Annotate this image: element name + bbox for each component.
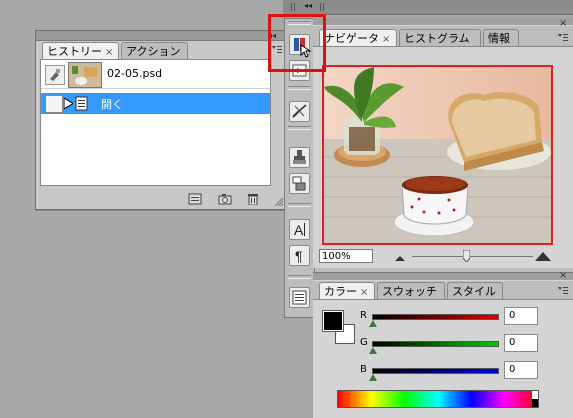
red-value-field[interactable]: 0 [504,307,538,325]
open-document-icon [75,96,89,114]
blue-value-field[interactable]: 0 [504,361,538,379]
color-panel-titlebar[interactable] [313,273,573,280]
navigator-panel-titlebar[interactable] [313,18,573,25]
navigator-panel: × ナビゲータ × ヒストグラム 情報 100% [313,18,573,268]
snapshot-thumbnail [68,62,102,88]
zoom-out-icon[interactable] [395,252,405,265]
new-snapshot-icon[interactable] [218,193,232,205]
tab-color-label: カラー [324,285,357,298]
green-value-field[interactable]: 0 [504,334,538,352]
close-tab-icon[interactable]: × [382,34,390,45]
tab-styles-label: スタイル [452,285,496,298]
foreground-color-swatch[interactable] [322,310,344,332]
red-slider-thumb[interactable] [369,320,377,327]
green-slider-track[interactable] [372,341,499,347]
slider-label-g: G [360,337,368,348]
history-panel: ◂◂ ヒストリー × アクション 02-05.psd 開く [35,30,287,210]
tab-info-label: 情報 [488,32,510,45]
tab-swatches-label: スウォッチ [382,285,437,298]
resize-grip-icon[interactable] [274,197,284,207]
brushes-panel-button[interactable] [289,101,310,122]
tab-swatches[interactable]: スウォッチ [377,282,445,299]
zoom-in-icon[interactable] [535,250,551,265]
layer-comps-panel-button[interactable] [289,287,310,308]
tab-styles[interactable]: スタイル [447,282,503,299]
close-tab-icon[interactable]: × [105,47,113,58]
strip-separator [288,275,311,279]
strip-separator [288,126,311,130]
snapshot-name: 02-05.psd [107,67,163,80]
zoom-slider-track[interactable] [412,256,533,257]
history-panel-titlebar[interactable] [36,31,286,41]
blue-slider-track[interactable] [372,368,499,374]
history-snapshot-row[interactable]: 02-05.psd [41,60,270,89]
history-step-row[interactable]: 開く [41,93,270,114]
blue-slider-thumb[interactable] [369,374,377,381]
navigator-preview-image[interactable] [322,65,553,245]
dock-grip-icon[interactable] [291,3,295,11]
clone-source-panel-button[interactable] [289,147,310,168]
svg-text:¶: ¶ [295,248,303,264]
new-document-from-state-icon[interactable] [188,193,202,205]
tab-actions[interactable]: アクション [121,42,188,59]
history-state-pointer-icon[interactable] [63,97,74,112]
dock-grip-icon-2[interactable] [320,3,324,11]
red-slider-track[interactable] [372,314,499,320]
tab-color[interactable]: カラー × [319,282,375,299]
tab-history[interactable]: ヒストリー × [42,42,119,59]
green-slider-thumb[interactable] [369,347,377,354]
collapse-dock-icon[interactable]: ◂◂ [304,1,312,10]
strip-separator [288,203,311,207]
zoom-level-field[interactable]: 100% [319,249,373,263]
color-spectrum-bar[interactable] [337,390,539,408]
dock-header[interactable]: ◂◂ [283,0,573,15]
slider-label-r: R [360,310,367,321]
trash-icon[interactable] [246,193,260,206]
history-bottom-bar [36,189,286,209]
tab-navigator[interactable]: ナビゲータ × [319,29,397,46]
history-step-checkbox[interactable] [45,95,63,113]
slider-label-b: B [360,364,367,375]
paragraph-panel-button[interactable]: ¶ [289,245,310,266]
tab-actions-label: アクション [126,45,181,58]
panel-menu-icon[interactable] [557,33,569,45]
tab-history-label: ヒストリー [47,45,102,58]
tool-presets-panel-button[interactable] [289,173,310,194]
tab-navigator-label: ナビゲータ [324,32,379,45]
highlight-annotation-box [268,14,326,72]
strip-separator [288,86,311,90]
color-panel: × カラー × スウォッチ スタイル R 0 G 0 B 0 [313,271,573,418]
close-tab-icon[interactable]: × [360,287,368,298]
zoom-slider-thumb[interactable] [462,249,471,263]
history-brush-source-icon[interactable] [45,65,65,85]
tab-info[interactable]: 情報 [483,29,519,46]
svg-text:A: A [294,222,304,238]
tab-histogram-label: ヒストグラム [404,32,470,45]
history-step-label: 開く [101,98,123,111]
tab-histogram[interactable]: ヒストグラム [399,29,481,46]
character-panel-button[interactable]: A [289,219,310,240]
panel-menu-icon[interactable] [557,286,569,298]
history-list: 02-05.psd 開く [40,59,271,186]
